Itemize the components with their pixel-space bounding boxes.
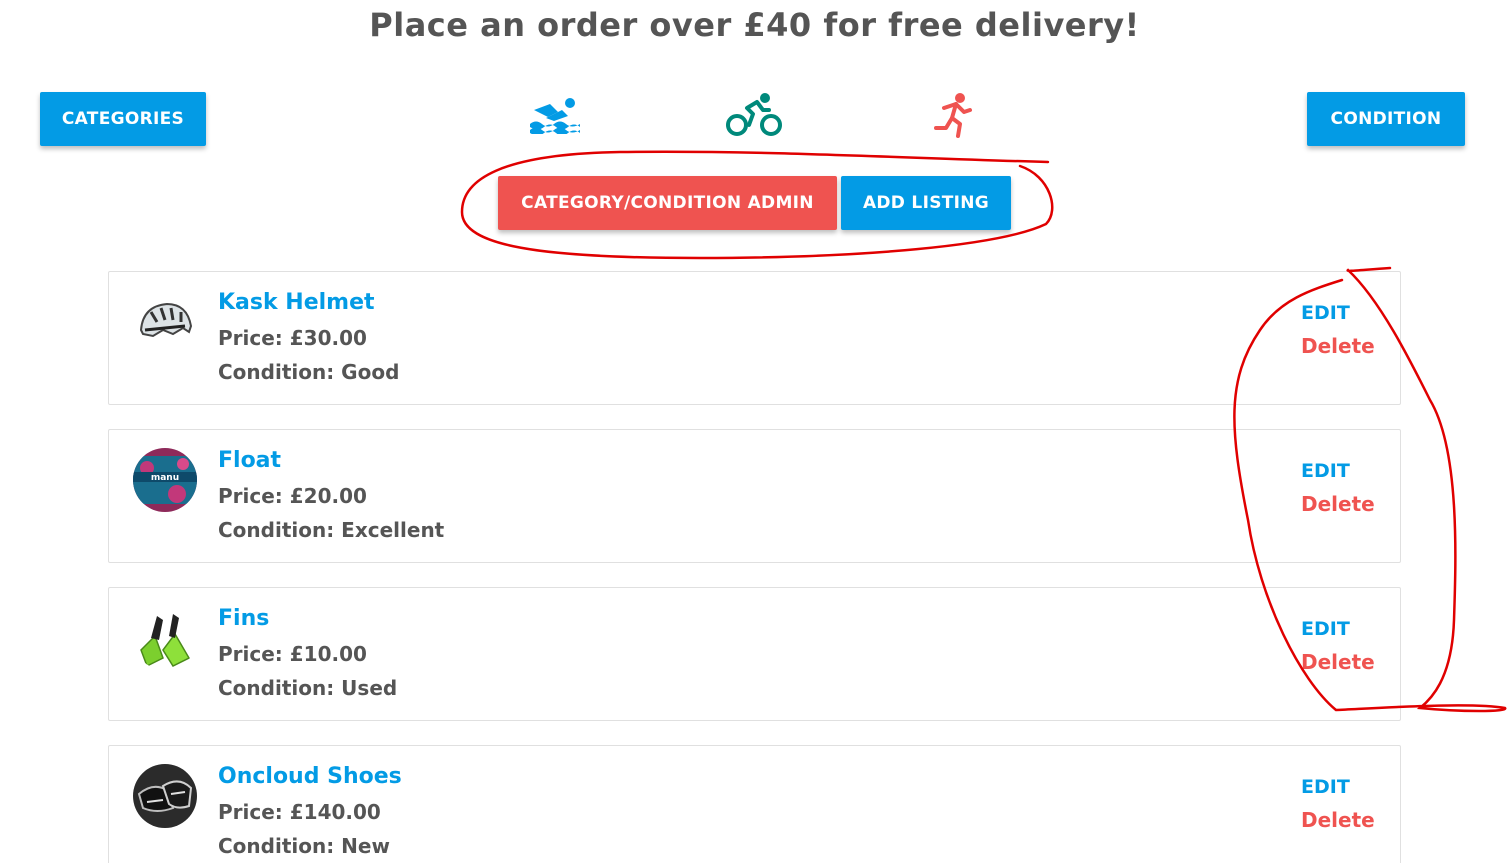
listing-condition: Condition: Good: [218, 360, 400, 384]
edit-link[interactable]: Edit: [1301, 460, 1350, 482]
edit-link[interactable]: Edit: [1301, 618, 1350, 640]
edit-link[interactable]: Edit: [1301, 302, 1350, 324]
page: Place an order over £40 for free deliver…: [0, 0, 1509, 863]
running-icon[interactable]: [932, 92, 976, 138]
listing-price: Price: £20.00: [218, 484, 367, 508]
svg-text:manu: manu: [151, 473, 179, 483]
add-listing-button[interactable]: Add Listing: [841, 176, 1011, 230]
shoes-thumbnail: [133, 764, 197, 828]
listing-title[interactable]: Oncloud Shoes: [218, 764, 402, 789]
helmet-thumbnail: [133, 290, 197, 354]
category-condition-admin-button[interactable]: Category/Condition Admin: [498, 176, 837, 230]
listing-price: Price: £30.00: [218, 326, 367, 350]
delete-link[interactable]: Delete: [1301, 808, 1375, 832]
listing-card: Oncloud Shoes Price: £140.00 Condition: …: [108, 745, 1401, 863]
free-delivery-banner: Place an order over £40 for free deliver…: [369, 6, 1140, 44]
listing-condition: Condition: Excellent: [218, 518, 445, 542]
listing-card: Kask Helmet Price: £30.00 Condition: Goo…: [108, 271, 1401, 405]
condition-button[interactable]: Condition: [1307, 92, 1465, 146]
swimming-icon[interactable]: [528, 96, 582, 136]
listing-title[interactable]: Fins: [218, 606, 269, 631]
listing-title[interactable]: Kask Helmet: [218, 290, 375, 315]
categories-button[interactable]: Categories: [40, 92, 206, 146]
cycling-icon[interactable]: [725, 92, 785, 138]
listing-title[interactable]: Float: [218, 448, 281, 473]
listing-price: Price: £140.00: [218, 800, 381, 824]
delete-link[interactable]: Delete: [1301, 334, 1375, 358]
delete-link[interactable]: Delete: [1301, 650, 1375, 674]
listing-price: Price: £10.00: [218, 642, 367, 666]
listing-card: Fins Price: £10.00 Condition: Used Edit …: [108, 587, 1401, 721]
listing-card: manu Float Price: £20.00 Condition: Exce…: [108, 429, 1401, 563]
fins-thumbnail: [133, 606, 197, 670]
edit-link[interactable]: Edit: [1301, 776, 1350, 798]
float-thumbnail: manu: [133, 448, 197, 512]
listing-condition: Condition: New: [218, 834, 390, 858]
listing-condition: Condition: Used: [218, 676, 398, 700]
delete-link[interactable]: Delete: [1301, 492, 1375, 516]
